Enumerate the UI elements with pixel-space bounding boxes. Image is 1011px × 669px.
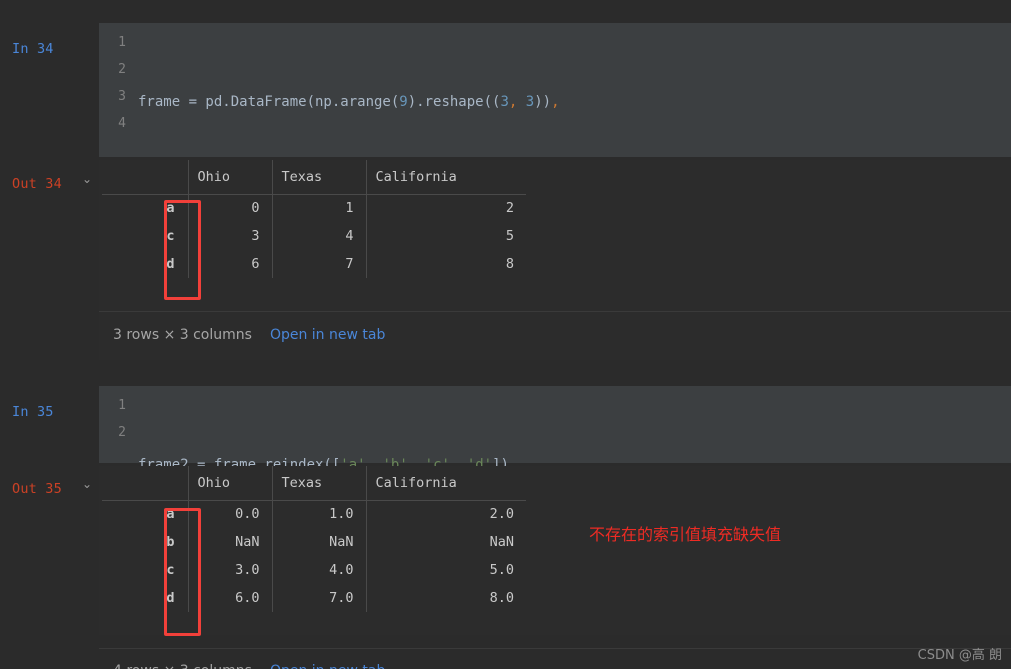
- row-index-label: d: [102, 584, 189, 612]
- table-header-row: Ohio Texas California: [102, 466, 526, 501]
- watermark: CSDN @高 朗: [917, 648, 1002, 663]
- row-index-label: d: [102, 250, 189, 278]
- cell-value: 3.0: [188, 556, 273, 584]
- cell-value: 2: [505, 200, 514, 217]
- chevron-down-icon[interactable]: ⌄: [82, 173, 92, 185]
- column-header-ohio: Ohio: [188, 466, 273, 501]
- in-prompt-34: In 34: [12, 41, 54, 57]
- code-line: frame = pd.DataFrame(np.arange(9).reshap…: [138, 94, 560, 110]
- cell-value: 2.0: [489, 506, 514, 523]
- cell-value: 1: [272, 194, 367, 222]
- dataframe-footer-35: 4 rows × 3 columns Open in new tab: [113, 663, 385, 669]
- table-row: d 6.0 7.0 8.0: [102, 584, 526, 612]
- table-row: a 0.0 1.0 2.0: [102, 500, 526, 528]
- cell-value: 6.0: [188, 584, 273, 612]
- dataframe-footer-34: 3 rows × 3 columns Open in new tab: [113, 327, 385, 343]
- table-row: a 0 1 2: [102, 194, 526, 222]
- in-prompt-35: In 35: [12, 404, 54, 420]
- table-row: b NaN NaN NaN: [102, 528, 526, 556]
- code-cell-35[interactable]: 1 2 frame2 = frame.reindex(['a', 'b', 'c…: [99, 386, 1011, 554]
- column-header-california: California: [366, 466, 526, 501]
- notebook-root: In 34 1 2 3 4 frame = pd.DataFrame(np.ar…: [0, 0, 1011, 669]
- cell-value: 3: [188, 222, 273, 250]
- line-number: 1: [118, 398, 126, 413]
- table-header: Ohio Texas California: [102, 466, 526, 501]
- chevron-down-icon[interactable]: ⌄: [82, 478, 92, 490]
- dataframe-table-34: Ohio Texas California a 0 1 2 c 3 4 5 d …: [102, 160, 526, 278]
- line-number: 3: [118, 89, 126, 104]
- table-corner-cell: [102, 466, 189, 501]
- row-index-label: c: [102, 556, 189, 584]
- row-index-label: c: [102, 222, 189, 250]
- open-in-new-tab-link[interactable]: Open in new tab: [270, 327, 385, 343]
- table-header: Ohio Texas California: [102, 160, 526, 195]
- cell-value: 4: [272, 222, 367, 250]
- row-index-label: b: [102, 528, 189, 556]
- code-gutter-34: 1 2 3 4: [99, 23, 133, 157]
- cell-value: 5.0: [489, 562, 514, 578]
- row-index-label: a: [102, 500, 189, 528]
- cell-value: NaN: [489, 534, 514, 550]
- out-prompt-34: Out 34: [12, 176, 62, 192]
- cell-value: 8.0: [489, 590, 514, 606]
- open-in-new-tab-link[interactable]: Open in new tab: [270, 663, 385, 669]
- table-header-row: Ohio Texas California: [102, 160, 526, 195]
- column-header-texas: Texas: [272, 160, 367, 195]
- code-gutter-35: 1 2: [99, 386, 133, 463]
- cell-value: 8: [505, 256, 514, 272]
- dataframe-shape-text: 3 rows × 3 columns: [113, 327, 252, 343]
- cell-value: NaN: [188, 528, 273, 556]
- cell-value: 0: [188, 194, 273, 222]
- line-number: 2: [118, 62, 126, 77]
- cell-value: NaN: [272, 528, 367, 556]
- dataframe-shape-text: 4 rows × 3 columns: [113, 663, 252, 669]
- column-header-texas: Texas: [272, 466, 367, 501]
- output-divider: [99, 311, 1011, 312]
- out-prompt-35: Out 35: [12, 481, 62, 497]
- cell-value: 7.0: [272, 584, 367, 612]
- output-divider: [99, 648, 1011, 649]
- table-row: d 6 7 8: [102, 250, 526, 278]
- annotation-note-text: 不存在的索引值填充缺失值: [589, 525, 782, 544]
- line-number: 4: [118, 116, 126, 131]
- cell-value: 7: [272, 250, 367, 278]
- column-header-california: California: [366, 160, 526, 195]
- cell-value: 1.0: [272, 500, 367, 528]
- cell-value: 0.0: [188, 500, 273, 528]
- table-body: a 0.0 1.0 2.0 b NaN NaN NaN c 3.0 4.0 5.…: [102, 500, 526, 612]
- table-corner-cell: [102, 160, 189, 195]
- line-number: 2: [118, 425, 126, 440]
- output-cell-35: Ohio Texas California a 0.0 1.0 2.0 b Na…: [99, 466, 1011, 635]
- line-number: 1: [118, 35, 126, 50]
- table-body: a 0 1 2 c 3 4 5 d 6 7 8: [102, 194, 526, 278]
- cell-value: 4.0: [272, 556, 367, 584]
- table-row: c 3.0 4.0 5.0: [102, 556, 526, 584]
- cell-value: 6: [188, 250, 273, 278]
- dataframe-table-35: Ohio Texas California a 0.0 1.0 2.0 b Na…: [102, 466, 526, 612]
- row-index-label: a: [102, 194, 189, 222]
- table-row: c 3 4 5: [102, 222, 526, 250]
- column-header-ohio: Ohio: [188, 160, 273, 195]
- cell-value: 5: [505, 228, 514, 244]
- code-cell-34[interactable]: 1 2 3 4 frame = pd.DataFrame(np.arange(9…: [99, 23, 1011, 353]
